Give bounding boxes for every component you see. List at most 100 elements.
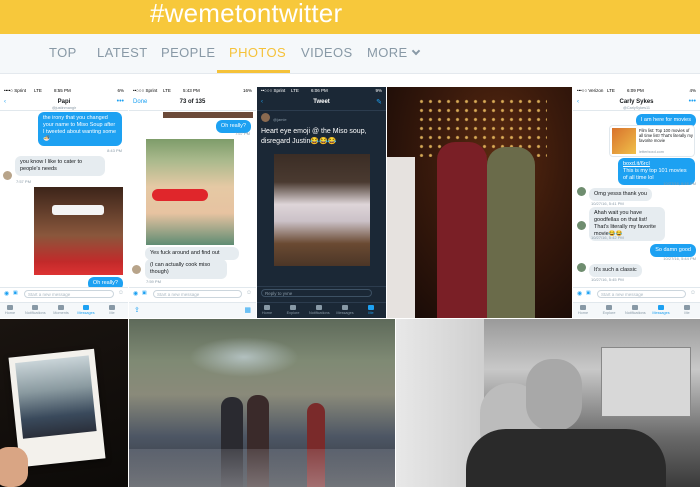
tabbar-label: Messages bbox=[77, 311, 95, 315]
dm-navbar: ‹ Carly Sykes @CarlySykes11 ••• bbox=[573, 95, 700, 111]
tabbar-me[interactable]: Me bbox=[677, 305, 697, 315]
link-card-domain: letterboxd.com bbox=[639, 150, 664, 154]
tabbar-label: Explore bbox=[602, 311, 616, 315]
more-icon[interactable]: ••• bbox=[117, 98, 124, 105]
message-photo bbox=[146, 139, 234, 245]
emoji-icon[interactable]: ☺ bbox=[690, 290, 696, 296]
tabbar-label: Me bbox=[368, 311, 374, 315]
tabbar-messages[interactable]: Messages bbox=[651, 305, 671, 315]
share-icon[interactable]: ⇪ bbox=[134, 306, 140, 314]
photo-bw-selfie[interactable] bbox=[396, 319, 700, 487]
camera-icon[interactable]: ◉ bbox=[4, 290, 9, 297]
person-shape bbox=[437, 142, 487, 318]
photo-dm-carly[interactable]: •••○○ Verizon LTE 6:09 PM 4% ‹ Carly Syk… bbox=[573, 87, 700, 318]
dm-contact-handle: @justinmangir bbox=[51, 106, 77, 110]
message-time: 10/27/16, 5:41 PM bbox=[591, 201, 624, 206]
message-input[interactable]: Start a new message bbox=[24, 290, 114, 298]
time-text: 6:09 PM bbox=[627, 88, 644, 93]
compose-icon[interactable]: ✎ bbox=[376, 98, 382, 106]
photo-dm-papi[interactable]: ••••○ Sprint LTE 8:55 PM 6% ‹ Papi @just… bbox=[0, 87, 128, 318]
message-time: 7:57 PM bbox=[16, 179, 31, 184]
viewer-toolbar: ⇪ ▦ bbox=[129, 302, 256, 318]
message-bubble: It's such a classic bbox=[589, 264, 642, 277]
tweet-navbar: ‹ Tweet ✎ bbox=[257, 95, 386, 111]
photo-tweet-detail[interactable]: ••○○○ Sprint LTE 6:06 PM 9% ‹ Tweet ✎ @j… bbox=[257, 87, 386, 318]
photo-couple-lights[interactable] bbox=[387, 87, 572, 318]
tab-videos[interactable]: VIDEOS bbox=[301, 45, 353, 60]
viewer-navbar: Done 73 of 135 bbox=[129, 95, 256, 111]
network-text: LTE bbox=[34, 88, 42, 93]
polaroid-image bbox=[15, 355, 97, 439]
more-icon[interactable]: ••• bbox=[689, 98, 696, 105]
emoji-icon[interactable]: ☺ bbox=[118, 290, 124, 296]
tabbar-explore[interactable]: Explore bbox=[599, 305, 619, 315]
tab-photos[interactable]: PHOTOS bbox=[229, 45, 286, 60]
envelope-icon bbox=[658, 305, 664, 310]
person-icon bbox=[368, 305, 374, 310]
gif-icon[interactable]: ▣ bbox=[142, 290, 147, 296]
message-input[interactable]: Start a new message bbox=[153, 290, 242, 298]
tab-latest[interactable]: LATEST bbox=[97, 45, 148, 60]
carrier-text: ••○○○ Sprint bbox=[133, 88, 158, 93]
link-card-thumbnail bbox=[612, 128, 636, 154]
link-card-title: Film list: Top 100 movies of all time li… bbox=[639, 128, 694, 143]
emoji-icon[interactable]: ☺ bbox=[246, 290, 252, 296]
person-icon bbox=[684, 305, 690, 310]
avatar bbox=[261, 113, 270, 122]
tabbar-home[interactable]: Home bbox=[573, 305, 593, 315]
carrier-text: ••••○ Sprint bbox=[4, 88, 27, 93]
tabbar-notifications[interactable]: Notifications bbox=[25, 305, 46, 315]
image-counter: 73 of 135 bbox=[179, 99, 206, 105]
message-input[interactable]: Start a new message bbox=[597, 290, 686, 298]
message-time: 8:43 PM bbox=[107, 148, 122, 153]
network-text: LTE bbox=[163, 88, 171, 93]
network-text: LTE bbox=[291, 88, 299, 93]
tabbar-label: Moments bbox=[53, 311, 69, 315]
link-card[interactable]: Film list: Top 100 movies of all time li… bbox=[609, 125, 695, 157]
camera-icon[interactable]: ◉ bbox=[577, 290, 582, 297]
tabbar-home[interactable]: Home bbox=[0, 305, 20, 315]
tab-people[interactable]: PEOPLE bbox=[161, 45, 215, 60]
dm-contact-name: Carly Sykes bbox=[619, 99, 654, 105]
gif-icon[interactable]: ▣ bbox=[586, 290, 591, 296]
headband-shape bbox=[52, 205, 104, 215]
photo-graffiti-park[interactable] bbox=[129, 319, 395, 487]
person-shape bbox=[487, 147, 535, 318]
battery-text: 6% bbox=[117, 88, 124, 93]
photo-polaroid[interactable] bbox=[0, 319, 128, 487]
person-shape bbox=[387, 157, 415, 318]
tabbar-label: Notifications bbox=[25, 311, 46, 315]
tabbar-explore[interactable]: Explore bbox=[283, 305, 303, 315]
bottom-tabbar: Home Explore Notifications Messages Me bbox=[257, 302, 386, 318]
tabbar-messages[interactable]: Messages bbox=[335, 305, 355, 315]
tabbar-me[interactable]: Me bbox=[102, 305, 122, 315]
reply-input[interactable]: Reply to yvne bbox=[261, 289, 372, 297]
message-bubble: you know I like to cater to people's nee… bbox=[15, 156, 105, 176]
active-tab-indicator bbox=[217, 70, 290, 73]
tabbar-moments[interactable]: Moments bbox=[51, 305, 71, 315]
tab-more[interactable]: MORE bbox=[367, 45, 420, 60]
message-link[interactable]: boxd.it/6rcI bbox=[623, 161, 650, 167]
tabbar-home[interactable]: Home bbox=[257, 305, 277, 315]
message-time: 10/27/16, 5:45 PM bbox=[591, 277, 624, 282]
tabbar-me[interactable]: Me bbox=[361, 305, 381, 315]
grid-icon[interactable]: ▦ bbox=[244, 306, 251, 314]
photo-dm-viewer[interactable]: ••○○○ Sprint LTE 5:43 PM 16% Done 73 of … bbox=[129, 87, 256, 318]
carrier-text: •••○○ Verizon bbox=[577, 88, 604, 93]
chevron-down-icon bbox=[411, 46, 420, 56]
home-icon bbox=[580, 305, 586, 310]
dm-contact-handle: @CarlySykes11 bbox=[623, 106, 650, 110]
message-time: 7:59 PM bbox=[146, 279, 161, 284]
message-bubble: Omg yesss thank you bbox=[589, 188, 652, 201]
dm-navbar: ‹ Papi @justinmangir ••• bbox=[0, 95, 128, 111]
tweet-handle: @jamie bbox=[273, 117, 287, 122]
time-text: 8:55 PM bbox=[54, 88, 71, 93]
tabbar-notifications[interactable]: Notifications bbox=[309, 305, 330, 315]
camera-icon[interactable]: ◉ bbox=[133, 290, 138, 297]
tabbar-messages[interactable]: Messages bbox=[76, 305, 96, 315]
gif-icon[interactable]: ▣ bbox=[13, 290, 18, 296]
envelope-icon bbox=[342, 305, 348, 310]
time-text: 5:43 PM bbox=[183, 88, 200, 93]
tab-top[interactable]: TOP bbox=[49, 45, 77, 60]
tabbar-notifications[interactable]: Notifications bbox=[625, 305, 646, 315]
